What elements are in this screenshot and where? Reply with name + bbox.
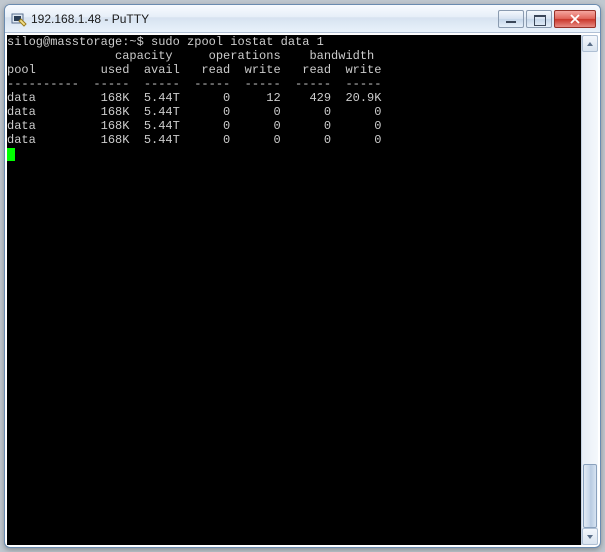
window-title: 192.168.1.48 - PuTTY [31, 12, 496, 26]
prompt: silog@masstorage:~$ [7, 35, 151, 49]
prompt-line: silog@masstorage:~$ sudo zpool iostat da… [7, 35, 581, 49]
titlebar[interactable]: 192.168.1.48 - PuTTY [5, 5, 600, 33]
scroll-up-button[interactable] [582, 35, 598, 52]
minimize-button[interactable] [498, 10, 524, 28]
terminal[interactable]: silog@masstorage:~$ sudo zpool iostat da… [7, 35, 581, 545]
table-row: data 168K 5.44T 0 0 0 0 [7, 133, 581, 147]
table-row: data 168K 5.44T 0 0 0 0 [7, 105, 581, 119]
putty-icon [11, 11, 27, 27]
scroll-thumb[interactable] [583, 464, 597, 528]
table-row: data 168K 5.44T 0 0 0 0 [7, 119, 581, 133]
putty-window: 192.168.1.48 - PuTTY silog@masstorage:~$… [4, 4, 601, 548]
client-area: silog@masstorage:~$ sudo zpool iostat da… [7, 35, 598, 545]
header-separator: ---------- ----- ----- ----- ----- -----… [7, 77, 581, 91]
command: sudo zpool iostat data 1 [151, 35, 324, 49]
cursor [7, 148, 15, 161]
window-buttons [496, 10, 596, 28]
scroll-down-button[interactable] [582, 528, 598, 545]
maximize-button[interactable] [526, 10, 552, 28]
header-columns: pool used avail read write read write [7, 63, 581, 77]
table-row: data 168K 5.44T 0 12 429 20.9K [7, 91, 581, 105]
vertical-scrollbar[interactable] [581, 35, 598, 545]
scroll-track[interactable] [582, 52, 598, 528]
header-groups: capacity operations bandwidth [7, 49, 581, 63]
close-button[interactable] [554, 10, 596, 28]
